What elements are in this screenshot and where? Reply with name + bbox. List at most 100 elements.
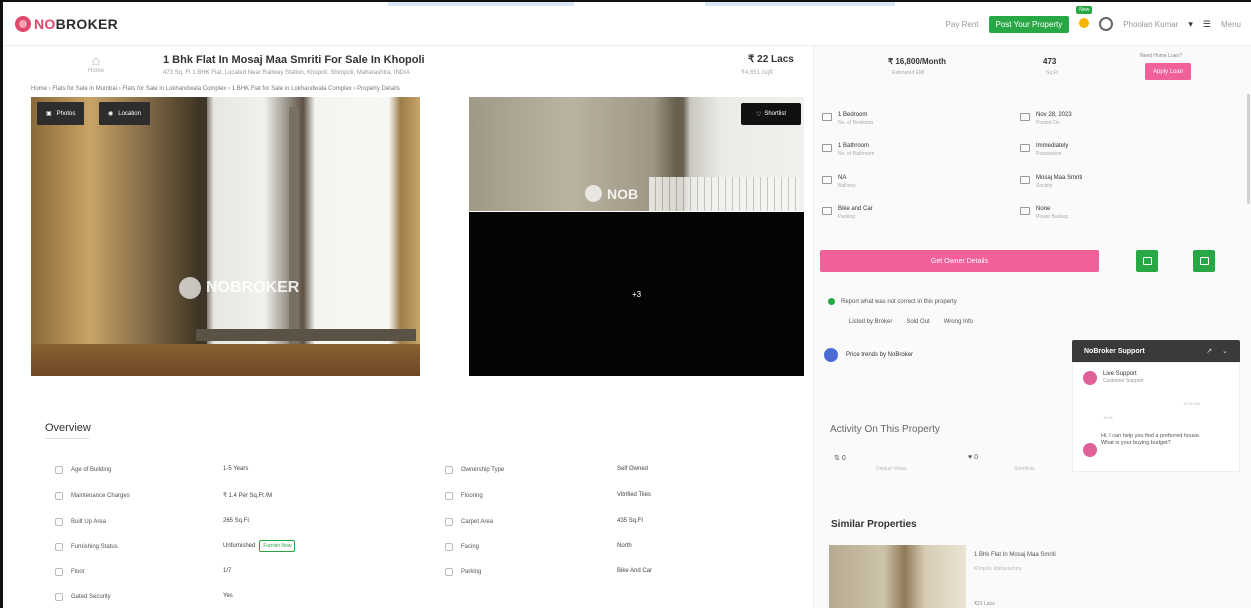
scrollbar[interactable]: [1247, 94, 1250, 204]
overview-item-icon: [55, 568, 63, 576]
shortlist-button[interactable]: ♡ Shortlist: [741, 103, 801, 125]
overview-item-value: Unfurnished Furnish Now: [223, 540, 296, 552]
location-pin-icon: ◉: [108, 111, 114, 117]
report-dot-icon: [828, 298, 835, 305]
main-property-photo[interactable]: ▣ Photos ◉ Location NOBROKER: [31, 97, 420, 376]
price-trends-label: Price trends by NoBroker: [846, 352, 914, 358]
agent-avatar: [1083, 371, 1097, 385]
price-trends-link[interactable]: Price trends by NoBroker: [824, 348, 913, 362]
logo-text-no: NO: [34, 15, 56, 32]
photos-button[interactable]: ▣ Photos: [37, 102, 85, 125]
new-feature[interactable]: New: [1076, 6, 1093, 30]
views-label: Unique Views: [876, 466, 907, 472]
overview-value-text: Bike And Car: [617, 568, 653, 574]
menu-label[interactable]: Menu: [1221, 20, 1241, 29]
report-text: Report what was not correct in this prop…: [841, 298, 957, 305]
feature-icon: [822, 144, 832, 152]
overview-label-text: Built Up Area: [71, 519, 107, 525]
overview-item-value: Self Owned: [617, 466, 648, 472]
watermark-logo-icon: [179, 277, 201, 299]
home-loan-link[interactable]: Need Home Loan?: [1140, 53, 1182, 59]
support-chat-body: Live Support Customer Support 10:41 AM 1…: [1072, 362, 1240, 472]
report-option-sold-out[interactable]: Sold Out: [906, 319, 929, 325]
chat-title: NoBroker Support: [1084, 347, 1145, 355]
emi-label: Estimated EMI: [892, 70, 925, 76]
overview-item-icon: [445, 568, 453, 576]
overview-item-label: Parking: [445, 568, 481, 576]
views-value: 0: [841, 455, 846, 462]
window-frame-left: [201, 97, 207, 357]
bell-icon[interactable]: ▾: [1188, 19, 1193, 30]
feature-icon: [822, 207, 832, 215]
overview-item-label: Maintenance Charges: [55, 492, 130, 500]
photos-label: Photos: [56, 110, 76, 117]
feature-icon: [1020, 207, 1030, 215]
pay-rent-link[interactable]: Pay Rent: [946, 20, 979, 29]
support-chat-header[interactable]: NoBroker Support ↗ ⌄: [1072, 340, 1240, 362]
calendar-icon: [1142, 257, 1152, 265]
overview-item-value: Yes: [223, 593, 233, 599]
feature-item: Bike and Car Parking: [822, 206, 873, 220]
shortlists-value: 0: [974, 454, 979, 461]
overview-value-text: ₹ 1.4 Per Sq.Ft /M: [223, 493, 273, 499]
menu-icon[interactable]: ☰: [1203, 19, 1211, 30]
overview-label-text: Parking: [461, 569, 482, 575]
property-address: 473 Sq. Ft 1 BHK Flat, Located Near Rail…: [163, 70, 410, 76]
overview-item-icon: [445, 518, 453, 526]
feature-label: Posted On: [1036, 120, 1060, 126]
price-trends-icon: [824, 348, 838, 362]
chat-owner-button[interactable]: [1193, 250, 1215, 272]
overview-label-text: Gated Security: [71, 594, 111, 600]
get-owner-details-button[interactable]: Get Owner Details: [820, 250, 1099, 272]
top-navbar: NO BROKER Pay Rent Post Your Property Ne…: [3, 2, 1251, 46]
feature-item: Immediately Possession: [1020, 143, 1068, 157]
similar-property-photo[interactable]: [829, 545, 966, 608]
coin-icon: [1079, 18, 1090, 28]
feature-text: Immediately Possession: [1036, 143, 1068, 157]
agent-name: Live Support: [1103, 371, 1137, 377]
user-avatar-icon[interactable]: [1099, 17, 1114, 31]
furnish-now-button[interactable]: Furnish Now: [259, 540, 296, 552]
camera-icon: ▣: [46, 111, 52, 117]
overview-item-value: 1/7: [223, 568, 231, 574]
top-tab-1[interactable]: [388, 2, 574, 6]
similar-property-price: ₹21 Lacs: [974, 601, 995, 607]
nobroker-logo[interactable]: NO BROKER: [15, 15, 118, 32]
feature-value: Immediately: [1036, 143, 1069, 149]
home-icon: ⌂: [91, 52, 101, 68]
shortlists-label: Shortlists: [1014, 466, 1035, 472]
header-actions: Pay Rent Post Your Property New Phoolan …: [946, 2, 1241, 46]
overview-item-value: Vitrified Tiles: [617, 492, 651, 498]
breadcrumb[interactable]: Home › Flats for Sale in Mumbai › Flats …: [31, 86, 400, 92]
feature-icon: [822, 176, 832, 184]
home-button[interactable]: ⌂ Home: [87, 52, 105, 82]
heart-filled-icon: ♥: [968, 454, 973, 461]
new-badge: New: [1076, 6, 1093, 14]
user-name[interactable]: Phoolan Kumar: [1123, 20, 1178, 29]
report-option-broker[interactable]: Listed by Broker: [849, 319, 892, 325]
feature-value: Nov 28, 2023: [1036, 112, 1072, 118]
feature-value: None: [1036, 206, 1051, 212]
similar-property-title[interactable]: 1 Bhk Flat In Mosaj Maa Smriti: [974, 552, 1056, 558]
more-photos-tile[interactable]: +3: [469, 212, 804, 376]
overview-value-text: Vitrified Tiles: [617, 492, 651, 498]
location-button[interactable]: ◉ Location: [99, 102, 150, 125]
watermark-small: NOB: [585, 185, 638, 202]
schedule-visit-button[interactable]: [1136, 250, 1158, 272]
apply-loan-button[interactable]: Apply Loan: [1145, 63, 1191, 80]
post-property-button[interactable]: Post Your Property: [988, 15, 1070, 33]
feature-value: Mosaj Maa Smriti: [1036, 175, 1083, 181]
top-tab-2[interactable]: [705, 2, 895, 6]
feature-text: None Power Backup: [1036, 206, 1068, 220]
overview-value-text: North: [617, 543, 632, 549]
feature-icon: [1020, 144, 1030, 152]
chat-window-controls[interactable]: ↗ ⌄: [1206, 347, 1232, 355]
feature-item: None Power Backup: [1020, 206, 1068, 220]
feature-text: 1 Bathroom No. of Bathroom: [838, 143, 874, 157]
shortlists-count: ♥ 0: [968, 454, 978, 461]
watermark-text: NOB: [607, 185, 639, 202]
report-option-wrong-info[interactable]: Wrong Info: [944, 319, 973, 325]
feature-text: Nov 28, 2023 Posted On: [1036, 112, 1072, 126]
overview-label-text: Floor: [71, 569, 85, 575]
views-icon: ⇅: [834, 455, 840, 462]
